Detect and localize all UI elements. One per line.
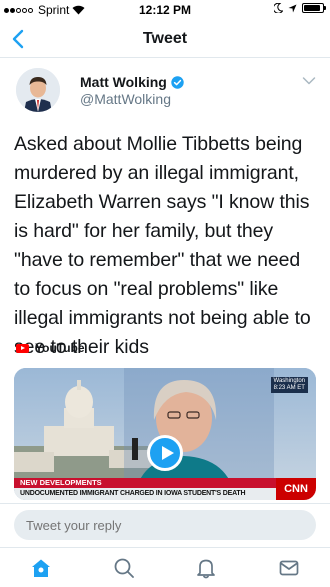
tab-messages[interactable] [277, 556, 301, 580]
page-title: Tweet [142, 30, 188, 47]
status-right [274, 3, 326, 13]
location-line1: Washington [273, 378, 305, 384]
author-name[interactable]: Matt Wolking [80, 74, 167, 90]
video-thumbnail[interactable]: Washington 8:23 AM ET NEW DEVELOPMENTS U… [14, 368, 316, 500]
messages-icon [279, 560, 299, 575]
media-source[interactable]: YouTube [16, 341, 85, 355]
video-location-label: Washington 8:23 AM ET [270, 377, 308, 393]
author-name-row[interactable]: Matt Wolking [80, 74, 184, 90]
source-label: YouTube [35, 341, 85, 355]
battery-icon [302, 3, 326, 13]
tab-search[interactable] [112, 556, 136, 580]
tab-bar [0, 547, 330, 587]
notifications-icon [197, 559, 216, 578]
reply-bar [0, 503, 330, 547]
navigation-bar: Tweet [0, 20, 330, 58]
author-handle[interactable]: @MattWolking [80, 91, 171, 107]
tweet-author: Matt Wolking @MattWolking [14, 66, 316, 116]
location-line2: 8:23 AM ET [273, 385, 305, 391]
tab-notifications[interactable] [194, 556, 218, 580]
search-icon [114, 558, 134, 578]
location-arrow-icon [288, 4, 297, 12]
moon-icon [274, 3, 283, 13]
chevron-down-icon[interactable] [302, 76, 316, 86]
youtube-icon [16, 343, 29, 353]
tweet-text: Asked about Mollie Tibbetts being murder… [14, 133, 311, 358]
network-logo: CNN [276, 478, 316, 500]
news-headline: UNDOCUMENTED IMMIGRANT CHARGED IN IOWA S… [14, 488, 316, 500]
home-icon [32, 559, 51, 577]
avatar[interactable] [16, 68, 60, 112]
play-button-icon[interactable] [147, 435, 183, 471]
verified-badge-icon [171, 75, 184, 89]
reply-input[interactable] [14, 510, 316, 540]
tab-home[interactable] [29, 556, 53, 580]
status-bar: Sprint 12:12 PM [0, 0, 330, 20]
news-band: NEW DEVELOPMENTS [14, 478, 316, 488]
